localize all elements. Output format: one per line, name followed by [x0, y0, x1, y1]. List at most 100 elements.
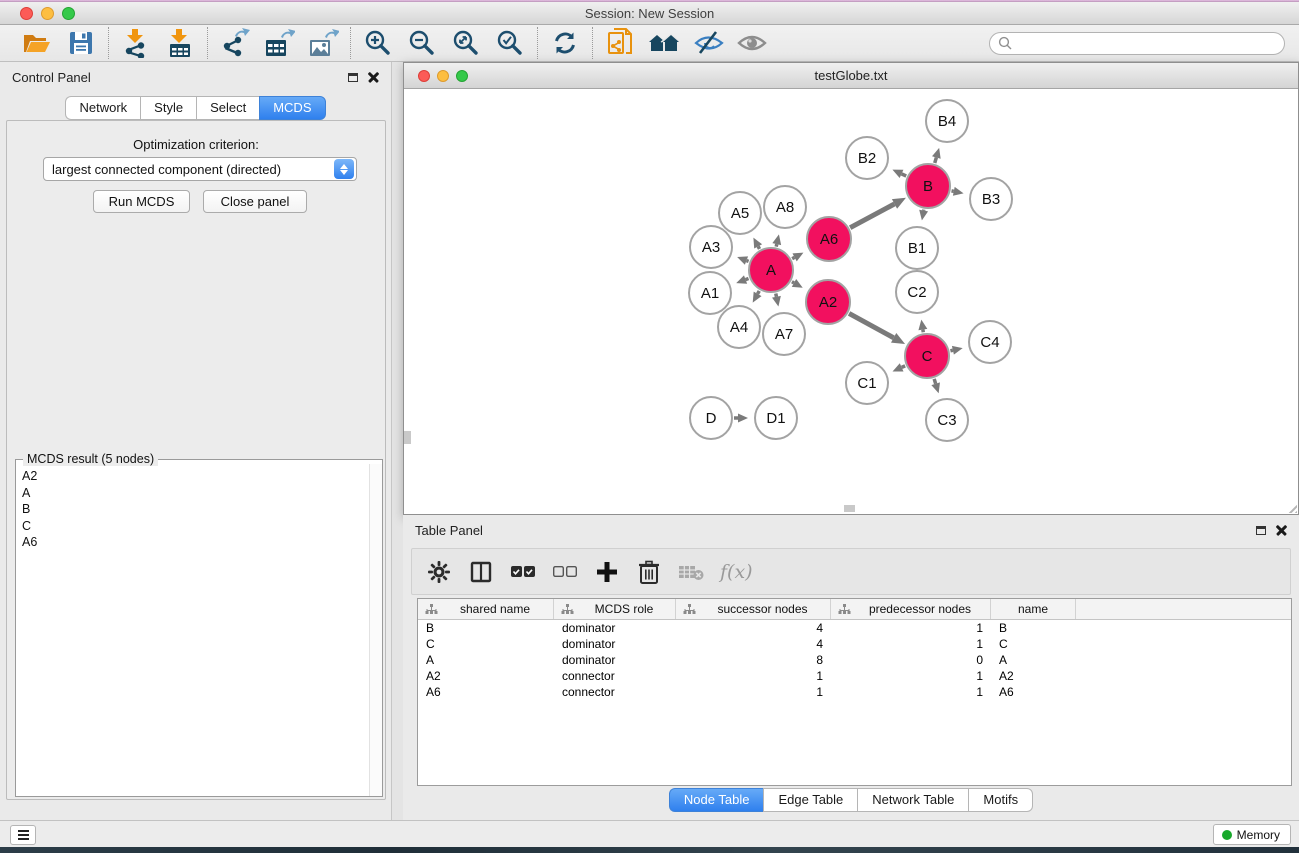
tab-network[interactable]: Network: [65, 96, 140, 120]
table-cell[interactable]: B: [991, 621, 1076, 635]
graph-node-A[interactable]: A: [749, 248, 793, 292]
open-session-icon[interactable]: [20, 27, 54, 59]
result-item[interactable]: A2: [22, 468, 368, 485]
status-menu-button[interactable]: [10, 825, 36, 845]
search-box[interactable]: [989, 32, 1285, 55]
float-panel-icon[interactable]: [348, 73, 358, 82]
edge-C-C4[interactable]: [950, 350, 952, 351]
function-builder-icon[interactable]: f(x): [720, 561, 753, 583]
table-cell[interactable]: 8: [676, 653, 831, 667]
table-row[interactable]: A2connector11A2: [418, 668, 1291, 684]
graph-node-A5[interactable]: A5: [719, 192, 761, 234]
table-row[interactable]: Cdominator41C: [418, 636, 1291, 652]
export-network-icon[interactable]: [218, 27, 252, 59]
edge-A2-C[interactable]: [849, 313, 894, 337]
graph-node-B3[interactable]: B3: [970, 178, 1012, 220]
graph-node-C4[interactable]: C4: [969, 321, 1011, 363]
run-mcds-button[interactable]: Run MCDS: [93, 190, 190, 213]
column-header-predecessor-nodes[interactable]: predecessor nodes: [831, 599, 991, 619]
close-panel-button[interactable]: Close panel: [203, 190, 307, 213]
delete-table-icon[interactable]: [678, 559, 704, 585]
table-cell[interactable]: A6: [991, 685, 1076, 699]
network-graph[interactable]: B4B2BB3A8A5A6A3B1AC2A1A2A4A7C4CC1C3DD1: [404, 89, 1298, 514]
export-image-icon[interactable]: [306, 27, 340, 59]
table-cell[interactable]: 1: [831, 637, 991, 651]
first-neighbors-icon[interactable]: [647, 27, 681, 59]
table-row[interactable]: Bdominator41B: [418, 620, 1291, 636]
tab-style[interactable]: Style: [140, 96, 196, 120]
graph-node-B4[interactable]: B4: [926, 100, 968, 142]
column-header-MCDS-role[interactable]: MCDS role: [554, 599, 676, 619]
table-cell[interactable]: A: [418, 653, 554, 667]
table-cell[interactable]: 1: [831, 685, 991, 699]
table-settings-icon[interactable]: [426, 559, 452, 585]
tab-motifs[interactable]: Motifs: [968, 788, 1033, 812]
table-cell[interactable]: B: [418, 621, 554, 635]
apply-layout-icon[interactable]: [548, 27, 582, 59]
table-cell[interactable]: dominator: [554, 653, 676, 667]
resize-grip-icon[interactable]: [1283, 499, 1297, 513]
table-cell[interactable]: A2: [991, 669, 1076, 683]
result-item[interactable]: A6: [22, 534, 368, 551]
memory-button[interactable]: Memory: [1213, 824, 1291, 845]
table-cell[interactable]: A6: [418, 685, 554, 699]
float-table-panel-icon[interactable]: [1256, 526, 1266, 535]
edge-A6-B[interactable]: [850, 204, 894, 228]
save-session-icon[interactable]: [64, 27, 98, 59]
mcds-result-list[interactable]: A2ABCA6: [17, 466, 368, 795]
tab-edge-table[interactable]: Edge Table: [763, 788, 857, 812]
tab-mcds[interactable]: MCDS: [259, 96, 325, 120]
graph-node-B[interactable]: B: [906, 164, 950, 208]
table-cell[interactable]: 1: [831, 669, 991, 683]
edge-A-A4[interactable]: [758, 291, 760, 294]
node-table[interactable]: shared nameMCDS rolesuccessor nodesprede…: [417, 598, 1292, 786]
edge-B-B4[interactable]: [935, 157, 937, 162]
result-scrollbar[interactable]: [369, 464, 382, 796]
table-cell[interactable]: 1: [831, 621, 991, 635]
table-cell[interactable]: C: [418, 637, 554, 651]
table-cell[interactable]: A2: [418, 669, 554, 683]
graph-node-A7[interactable]: A7: [763, 313, 805, 355]
table-cell[interactable]: 4: [676, 621, 831, 635]
graph-node-A1[interactable]: A1: [689, 272, 731, 314]
table-cell[interactable]: 4: [676, 637, 831, 651]
edge-C-C3[interactable]: [934, 379, 936, 384]
graph-node-B1[interactable]: B1: [896, 227, 938, 269]
vertical-scroll-indicator[interactable]: [404, 431, 411, 444]
export-table-icon[interactable]: [262, 27, 296, 59]
graph-node-C3[interactable]: C3: [926, 399, 968, 441]
graph-node-D1[interactable]: D1: [755, 397, 797, 439]
import-network-icon[interactable]: [119, 27, 153, 59]
graph-node-A8[interactable]: A8: [764, 186, 806, 228]
result-item[interactable]: A: [22, 485, 368, 502]
graph-node-C1[interactable]: C1: [846, 362, 888, 404]
table-cell[interactable]: 1: [676, 669, 831, 683]
table-cell[interactable]: A: [991, 653, 1076, 667]
tab-select[interactable]: Select: [196, 96, 259, 120]
edge-C-C1[interactable]: [902, 366, 905, 368]
edge-A-A7[interactable]: [776, 294, 777, 297]
table-cell[interactable]: connector: [554, 669, 676, 683]
graph-node-A2[interactable]: A2: [806, 280, 850, 324]
edge-B-B2[interactable]: [902, 174, 907, 176]
select-all-columns-icon[interactable]: [510, 559, 536, 585]
graph-node-C2[interactable]: C2: [896, 271, 938, 313]
import-table-icon[interactable]: [163, 27, 197, 59]
table-cell[interactable]: connector: [554, 685, 676, 699]
graph-node-A3[interactable]: A3: [690, 226, 732, 268]
zoom-selected-icon[interactable]: [493, 27, 527, 59]
column-header-successor-nodes[interactable]: successor nodes: [676, 599, 831, 619]
column-header-name[interactable]: name: [991, 599, 1076, 619]
result-item[interactable]: C: [22, 518, 368, 535]
graph-node-A4[interactable]: A4: [718, 306, 760, 348]
new-network-icon[interactable]: [603, 27, 637, 59]
horizontal-scroll-indicator[interactable]: [844, 505, 855, 512]
tab-network-table[interactable]: Network Table: [857, 788, 968, 812]
zoom-fit-icon[interactable]: [449, 27, 483, 59]
close-table-panel-icon[interactable]: [1276, 525, 1287, 536]
edge-A-A2[interactable]: [792, 282, 794, 283]
search-input[interactable]: [1017, 36, 1276, 50]
edge-A-A5[interactable]: [758, 246, 759, 249]
zoom-out-icon[interactable]: [405, 27, 439, 59]
edge-A-A6[interactable]: [792, 257, 794, 258]
